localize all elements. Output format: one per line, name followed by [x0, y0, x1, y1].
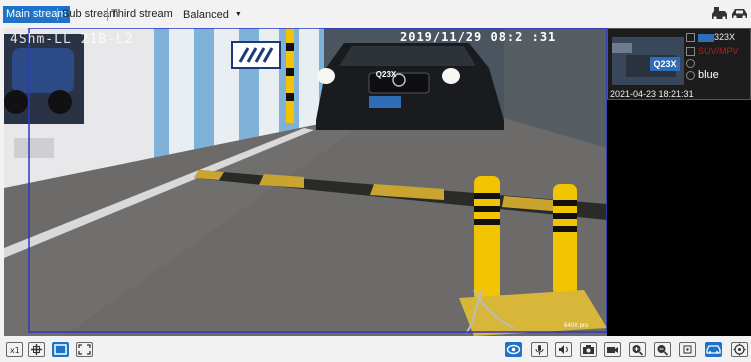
color-icon: [686, 71, 695, 81]
plate-color-swatch: [698, 33, 714, 42]
capture-card[interactable]: Q23X 323X SUV/MPV blue 2021-04-23 18:21:…: [607, 28, 751, 100]
plate-number: 323X: [714, 32, 736, 42]
color-row: blue: [686, 70, 719, 81]
fullscreen-icon[interactable]: [76, 342, 93, 357]
bottom-toolbar: x1: [0, 336, 751, 362]
vehicle-type: SUV/MPV: [698, 46, 739, 56]
corner-label: 640X pro: [564, 323, 589, 329]
capture-panel: Q23X 323X SUV/MPV blue 2021-04-23 18:21:…: [607, 28, 751, 336]
plate-row: 323X: [686, 32, 735, 43]
fit-window-icon[interactable]: [28, 342, 45, 357]
ptz-icon[interactable]: [731, 342, 748, 357]
capture-time: 2021-04-23 18:21:31: [610, 89, 694, 99]
vehicle-snapshot-icon[interactable]: [711, 6, 728, 21]
plate-overlay: Q23X: [375, 70, 397, 79]
original-size-icon[interactable]: x1: [6, 342, 23, 357]
capture-thumbnail[interactable]: Q23X: [612, 37, 684, 85]
plate-icon: [686, 33, 695, 43]
video-view[interactable]: 4Shm-LL 21B-L2 2019/11/29 08:2 :31 Q23X …: [4, 28, 607, 336]
preview-icon[interactable]: [505, 342, 522, 357]
quality-dropdown[interactable]: Balanced ▼: [183, 6, 242, 24]
snapshot-icon[interactable]: [580, 342, 597, 357]
zoom-in-icon[interactable]: [629, 342, 646, 357]
stretch-icon[interactable]: [52, 342, 69, 357]
microphone-icon[interactable]: [531, 342, 548, 357]
osd-timestamp-left: 4Shm-LL 21B-L2: [10, 32, 134, 47]
record-icon[interactable]: [604, 342, 621, 357]
top-toolbar: Main stream Sub stream Third stream Bala…: [0, 0, 751, 28]
osd-timestamp: 2019/11/29 08:2 :31: [400, 30, 557, 44]
zoom-out-icon[interactable]: [654, 342, 671, 357]
vehicle-type-icon: [686, 47, 695, 57]
svg-text:x1: x1: [10, 346, 20, 355]
audio-icon[interactable]: [555, 342, 572, 357]
tab-divider: [57, 8, 58, 21]
3d-position-icon[interactable]: [679, 342, 696, 357]
vehicle-panel-icon[interactable]: [705, 342, 722, 357]
type-row: SUV/MPV: [686, 46, 739, 57]
thumb-plate: Q23X: [653, 59, 677, 69]
chevron-down-icon: ▼: [234, 11, 242, 18]
tab-third-stream[interactable]: Third stream: [108, 6, 176, 23]
vehicle-color: blue: [698, 69, 719, 81]
person-icon: [686, 59, 695, 69]
quality-label: Balanced: [183, 9, 229, 21]
vehicle-recognition-icon[interactable]: [731, 6, 748, 21]
person-row: [686, 58, 698, 69]
